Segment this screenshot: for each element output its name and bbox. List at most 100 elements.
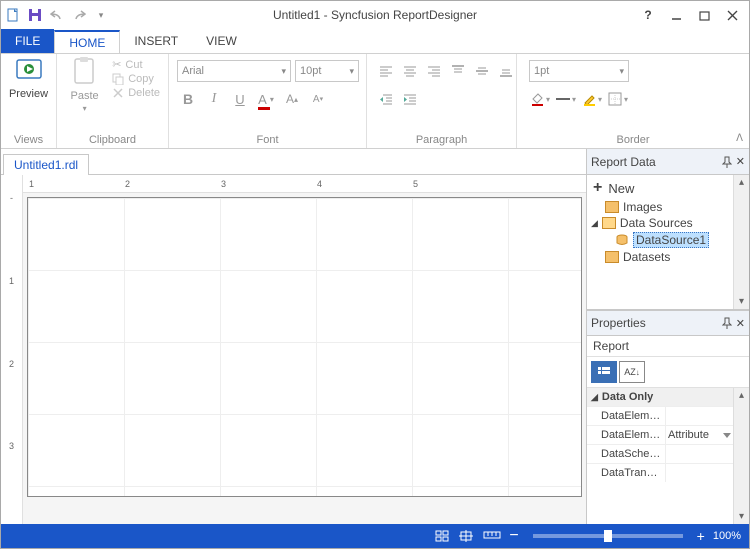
zoom-value[interactable]: 100% [713,530,741,542]
tree-label: Images [623,200,662,214]
font-color-button[interactable]: A▾ [255,88,277,110]
minimize-icon[interactable] [669,8,683,22]
zoom-out-button[interactable]: − [509,527,518,545]
tab-view[interactable]: VIEW [192,29,251,53]
property-row[interactable]: DataSchema [587,444,733,463]
delete-button[interactable]: Delete [112,87,160,99]
prop-value[interactable] [665,445,733,463]
property-grid[interactable]: ◢ Data Only DataEleme... DataEleme...Attr… [587,388,733,524]
tab-insert[interactable]: INSERT [120,29,192,53]
snap-view-icon[interactable] [459,530,473,542]
report-data-tree[interactable]: + New Images ◢Data Sources DataSource1 Da… [587,175,733,309]
ribbon: Preview Views Paste ▾ ✂Cut Copy Delete C… [1,53,749,149]
vruler-tick: 2 [1,359,22,442]
scroll-down-icon[interactable]: ▾ [739,296,744,307]
tab-home[interactable]: HOME [54,30,120,54]
prop-value[interactable] [665,407,733,425]
group-border-label: Border [521,132,745,148]
paste-button[interactable]: Paste ▾ [61,56,108,113]
bold-button[interactable]: B [177,88,199,110]
qat-more-icon[interactable]: ▾ [93,7,109,23]
undo-icon[interactable] [49,7,65,23]
report-page[interactable] [27,197,582,497]
tree-node-datasource1[interactable]: DataSource1 [589,231,731,249]
preview-button[interactable]: Preview [5,56,52,100]
chevron-down-icon[interactable] [723,433,731,438]
grid-view-icon[interactable] [435,530,449,542]
help-icon[interactable]: ? [641,8,655,22]
property-category[interactable]: ◢ Data Only [587,388,733,406]
properties-object: Report [587,336,749,357]
ruler-view-icon[interactable] [483,530,501,542]
new-button[interactable]: + New [589,177,731,199]
italic-button[interactable]: I [203,88,225,110]
pin-icon[interactable] [722,156,732,168]
chevron-down-icon: ▾ [619,66,624,77]
close-panel-icon[interactable]: ✕ [736,317,745,330]
align-middle-button[interactable] [471,60,493,82]
align-top-button[interactable] [447,60,469,82]
outdent-button[interactable] [375,88,397,110]
shrink-font-button[interactable]: A▾ [307,88,329,110]
align-left-button[interactable] [375,60,397,82]
pin-icon[interactable] [722,317,732,329]
save-icon[interactable] [27,7,43,23]
collapse-icon[interactable]: ◢ [591,392,598,403]
prop-name: DataSchema [587,445,665,463]
align-right-button[interactable] [423,60,445,82]
category-label: Data Only [602,391,653,403]
align-center-button[interactable] [399,60,421,82]
maximize-icon[interactable] [697,8,711,22]
border-style-button[interactable]: ▾ [555,88,577,110]
scroll-up-icon[interactable]: ▴ [739,390,744,401]
hruler-tick: 4 [317,179,413,189]
horizontal-ruler: 1 2 3 4 5 [23,175,586,193]
tree-label-selected: DataSource1 [633,232,709,248]
close-icon[interactable] [725,8,739,22]
font-family-combo[interactable]: Arial▾ [177,60,291,82]
categorized-button[interactable] [591,361,617,383]
property-row[interactable]: DataTransf... [587,463,733,482]
scrollbar[interactable]: ▴▾ [733,175,749,309]
prop-value[interactable] [665,464,733,482]
scroll-down-icon[interactable]: ▾ [739,511,744,522]
indent-button[interactable] [399,88,421,110]
align-bottom-button[interactable] [495,60,517,82]
scrollbar[interactable]: ▴▾ [733,388,749,524]
font-size-combo[interactable]: 10pt▾ [295,60,359,82]
plus-icon: + [593,179,602,197]
close-panel-icon[interactable]: ✕ [736,155,745,168]
property-row[interactable]: DataEleme... [587,406,733,425]
underline-button[interactable]: U [229,88,251,110]
pen-icon [582,92,596,106]
grow-font-button[interactable]: A▴ [281,88,303,110]
border-width-combo[interactable]: 1pt▾ [529,60,629,82]
borders-button[interactable]: ▾ [607,88,629,110]
chevron-down-icon: ▾ [281,66,286,77]
new-label: New [608,181,634,196]
border-color-button[interactable]: ▾ [581,88,603,110]
fill-color-button[interactable]: ▾ [529,88,551,110]
property-row[interactable]: DataEleme...Attribute [587,425,733,444]
prop-value[interactable]: Attribute [665,426,733,444]
zoom-thumb[interactable] [604,530,612,542]
alphabetical-button[interactable]: AZ↓ [619,361,645,383]
tree-node-images[interactable]: Images [589,199,731,215]
cut-button[interactable]: ✂Cut [112,58,160,71]
collapse-ribbon-icon[interactable]: ᐱ [736,133,743,144]
redo-icon[interactable] [71,7,87,23]
tree-node-datasets[interactable]: Datasets [589,249,731,265]
zoom-slider[interactable] [533,534,683,538]
scroll-up-icon[interactable]: ▴ [739,177,744,188]
tree-label: Datasets [623,250,670,264]
design-surface[interactable]: - 1 2 3 1 2 3 4 5 [1,175,586,524]
document-tab[interactable]: Untitled1.rdl [3,154,89,175]
group-views-label: Views [5,132,52,148]
expand-icon[interactable]: ◢ [591,218,598,229]
copy-button[interactable]: Copy [112,73,160,85]
tree-node-datasources[interactable]: ◢Data Sources [589,215,731,231]
zoom-in-button[interactable]: + [697,528,705,544]
tab-file[interactable]: FILE [1,29,54,53]
title-bar: ▾ Untitled1 - Syncfusion ReportDesigner … [1,1,749,29]
new-doc-icon[interactable] [5,7,21,23]
